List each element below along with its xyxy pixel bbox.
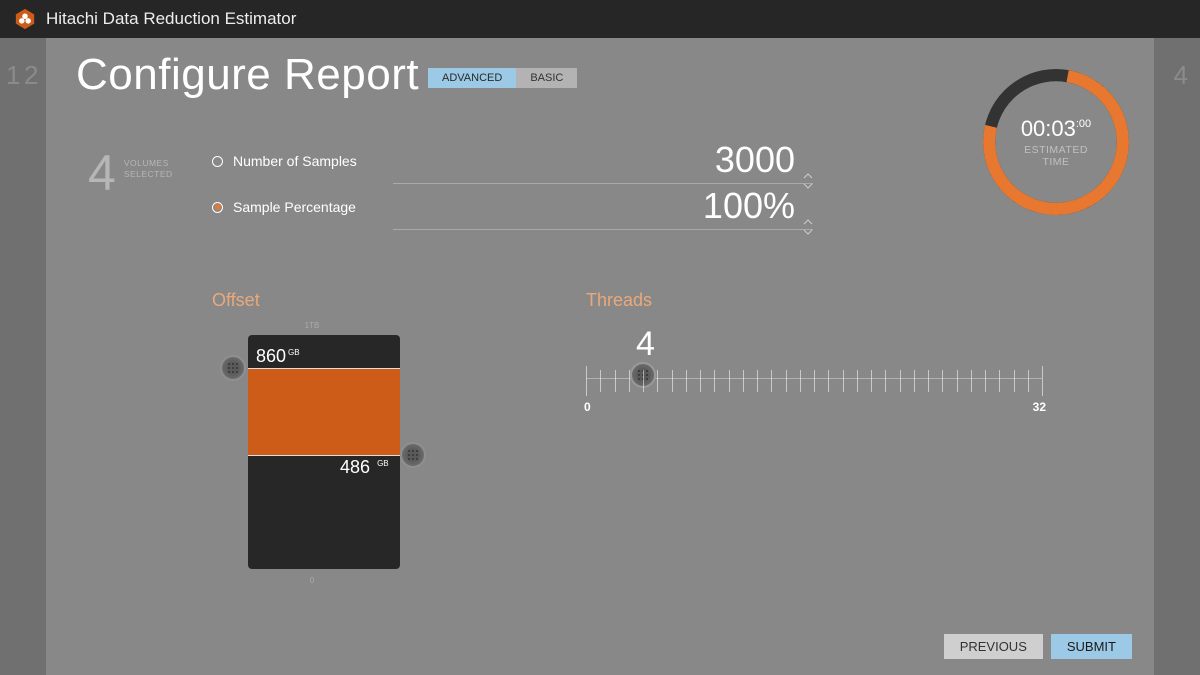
threads-slider[interactable]: 0 32 — [586, 368, 1042, 418]
radio-sample-percentage[interactable] — [212, 202, 223, 213]
wizard-rail-left: 1 2 — [0, 38, 46, 675]
app-title: Hitachi Data Reduction Estimator — [46, 9, 296, 29]
offset-min-label: 0 — [310, 576, 314, 585]
submit-button[interactable]: SUBMIT — [1051, 634, 1132, 659]
volumes-count: 4 — [88, 148, 116, 198]
offset-title: Offset — [212, 290, 412, 311]
percent-up-icon[interactable] — [803, 193, 813, 200]
wizard-step-4[interactable]: 4 — [1174, 60, 1188, 91]
offset-max-label: 1TB — [305, 321, 320, 330]
offset-upper-value: 860GB — [256, 346, 300, 367]
offset-lower-value: 486 GB — [340, 457, 389, 478]
number-of-samples-value[interactable]: 3000 — [393, 139, 813, 184]
wizard-step-2[interactable]: 2 — [24, 60, 38, 91]
estimated-time-value: 00:03:00 — [1021, 116, 1091, 142]
wizard-rail-right: 4 — [1154, 38, 1200, 675]
samples-down-icon[interactable] — [803, 156, 813, 163]
offset-lower-handle[interactable] — [400, 442, 426, 468]
sample-percentage-value[interactable]: 100% — [393, 185, 813, 230]
threads-max-label: 32 — [1033, 400, 1046, 414]
offset-range-slider[interactable]: 1TB 860GB 486 GB 0 — [212, 325, 412, 575]
threads-min-label: 0 — [584, 400, 591, 414]
mode-basic-button[interactable]: BASIC — [516, 68, 577, 88]
titlebar: Hitachi Data Reduction Estimator — [0, 0, 1200, 38]
wizard-step-1[interactable]: 1 — [6, 60, 20, 91]
estimated-time-gauge: 00:03:00 ESTIMATEDTIME — [980, 66, 1132, 218]
radio-number-of-samples[interactable] — [212, 156, 223, 167]
mode-advanced-button[interactable]: ADVANCED — [428, 68, 516, 88]
sample-percentage-label: Sample Percentage — [233, 199, 393, 215]
estimated-time-label: ESTIMATEDTIME — [1024, 144, 1088, 168]
number-of-samples-label: Number of Samples — [233, 153, 393, 169]
samples-up-icon[interactable] — [803, 147, 813, 154]
main-panel: 3 Configure Report ADVANCED BASIC 4 VOLU… — [46, 38, 1154, 675]
offset-upper-handle[interactable] — [220, 355, 246, 381]
previous-button[interactable]: PREVIOUS — [944, 634, 1043, 659]
volumes-selected: 4 VOLUMES SELECTED — [88, 148, 173, 198]
volumes-label: VOLUMES SELECTED — [124, 158, 173, 180]
percent-down-icon[interactable] — [803, 202, 813, 209]
threads-value: 4 — [636, 325, 1042, 364]
threads-title: Threads — [586, 290, 1042, 311]
page-title: Configure Report — [76, 50, 419, 100]
mode-toggle: ADVANCED BASIC — [428, 68, 577, 88]
app-logo-icon — [14, 8, 36, 30]
